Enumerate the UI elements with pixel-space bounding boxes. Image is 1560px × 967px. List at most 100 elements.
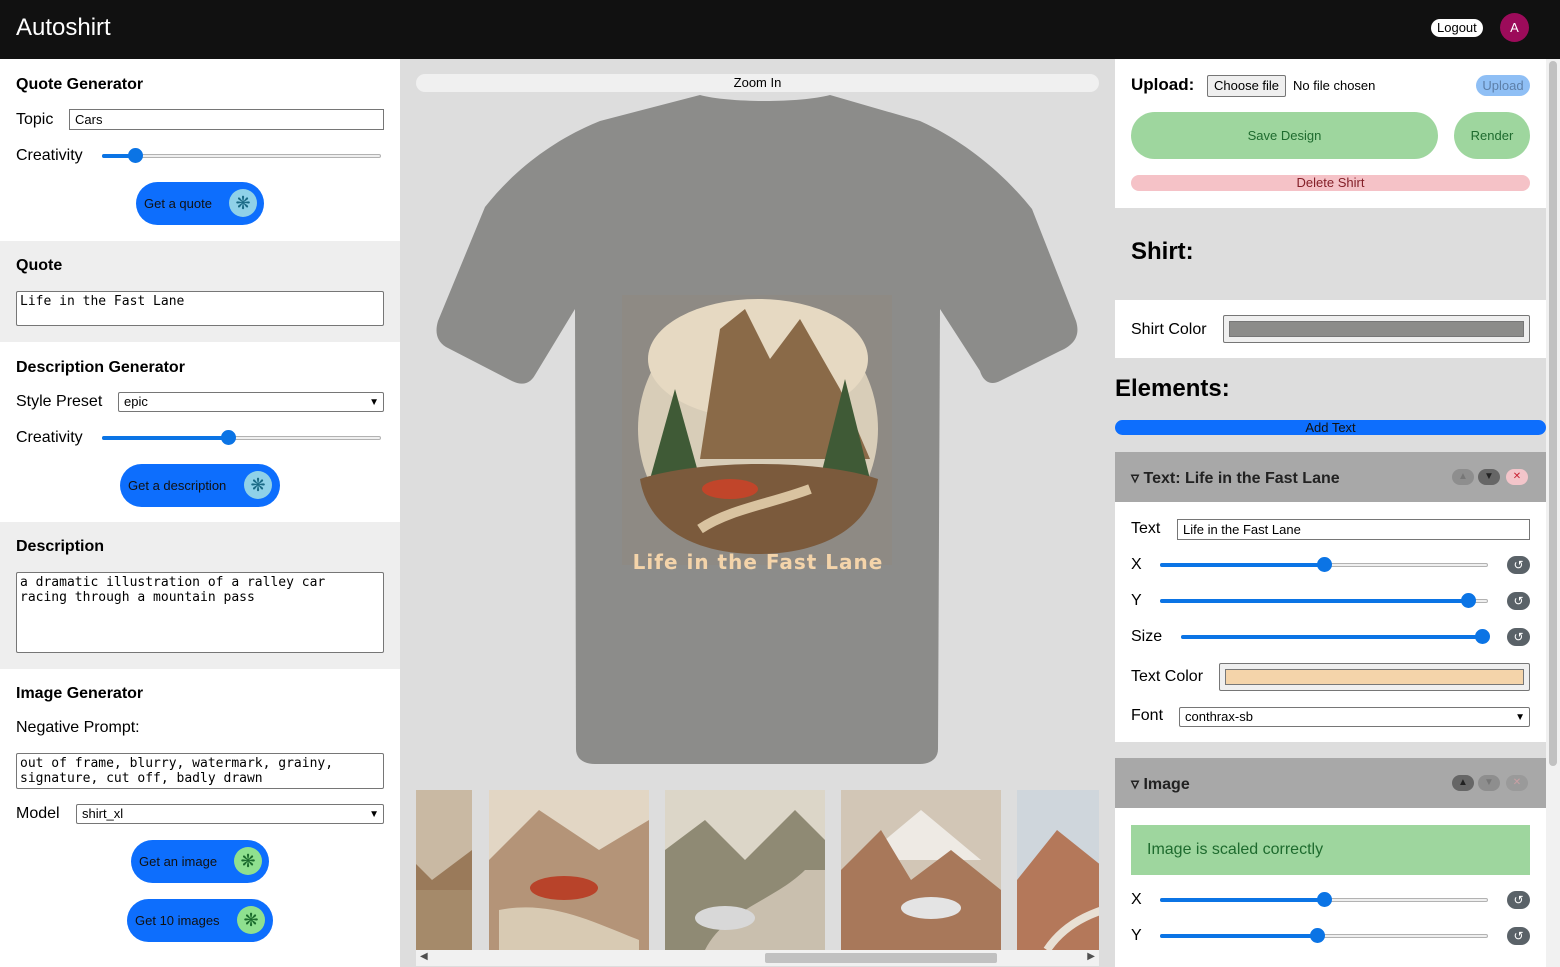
quote-heading: Quote <box>16 257 63 274</box>
get-image-label: Get an image <box>139 854 218 869</box>
scroll-right-icon[interactable]: ▶ <box>1087 951 1095 962</box>
y-label: Y <box>1131 927 1142 944</box>
sparkle-icon: ❋ <box>244 471 272 499</box>
image-generator-heading: Image Generator <box>16 685 144 702</box>
logout-button[interactable]: Logout <box>1431 19 1483 37</box>
elements-heading: Elements: <box>1115 375 1230 402</box>
get-description-label: Get a description <box>128 478 227 493</box>
negative-prompt-textarea[interactable]: out of frame, blurry, watermark, grainy,… <box>16 753 384 789</box>
get-description-button[interactable]: Get a description ❋ <box>120 464 280 507</box>
get-image-button[interactable]: Get an image ❋ <box>131 840 269 883</box>
topic-label: Topic <box>16 111 54 128</box>
choose-file-button[interactable]: Choose file <box>1207 75 1287 97</box>
gallery-thumb[interactable] <box>841 790 1001 950</box>
gallery-thumb[interactable] <box>489 790 649 950</box>
design-canvas: Zoom In Life in the Fast Lane ◀ ▶ <box>400 59 1115 967</box>
get-quote-button[interactable]: Get a quote ❋ <box>136 182 264 225</box>
move-up-icon[interactable]: ▲ <box>1452 775 1474 791</box>
gallery-scrollbar[interactable]: ◀ ▶ <box>416 950 1099 966</box>
image-element-title: ▿ Image <box>1131 776 1190 793</box>
move-down-icon[interactable]: ▼ <box>1478 775 1500 791</box>
text-label: Text <box>1131 520 1161 537</box>
image-element-body: Image is scaled correctly X ↺ Y ↺ <box>1115 808 1546 967</box>
get-10-images-label: Get 10 images <box>135 913 220 928</box>
image-y-slider[interactable] <box>1160 928 1488 944</box>
gallery-thumb[interactable] <box>416 790 472 950</box>
reset-icon[interactable]: ↺ <box>1507 628 1530 646</box>
shirt-text[interactable]: Life in the Fast Lane <box>633 550 884 574</box>
page-scrollbar[interactable] <box>1546 59 1560 967</box>
reset-icon[interactable]: ↺ <box>1507 891 1530 909</box>
close-icon[interactable]: ✕ <box>1506 469 1528 485</box>
shirt-color-label: Shirt Color <box>1131 321 1207 338</box>
style-preset-select[interactable]: epic ▼ <box>118 392 384 412</box>
gallery-thumb[interactable] <box>665 790 825 950</box>
reset-icon[interactable]: ↺ <box>1507 927 1530 945</box>
font-label: Font <box>1131 707 1164 724</box>
close-icon[interactable]: ✕ <box>1506 775 1528 791</box>
description-creativity-slider[interactable] <box>102 430 381 446</box>
text-x-slider[interactable] <box>1160 557 1488 573</box>
quote-generator-section: Quote Generator Topic Cars Creativity Ge… <box>0 59 400 241</box>
move-down-icon[interactable]: ▼ <box>1478 469 1500 485</box>
get-quote-label: Get a quote <box>144 196 212 211</box>
reset-icon[interactable]: ↺ <box>1507 592 1530 610</box>
save-design-button[interactable]: Save Design <box>1131 112 1438 159</box>
actions-box: Upload: Choose file No file chosen Uploa… <box>1115 59 1546 208</box>
page-scroll-thumb[interactable] <box>1549 61 1557 766</box>
top-bar: Autoshirt Logout A <box>0 0 1560 59</box>
shirt-color-box: Shirt Color <box>1115 300 1546 358</box>
quote-section: Quote Life in the Fast Lane <box>0 241 400 342</box>
creativity-label: Creativity <box>16 429 83 446</box>
description-section: Description a dramatic illustration of a… <box>0 522 400 669</box>
shirt-artwork <box>622 295 892 565</box>
text-color-picker[interactable] <box>1219 663 1530 691</box>
add-text-button[interactable]: Add Text <box>1115 420 1546 435</box>
font-select[interactable]: conthrax-sb ▼ <box>1179 707 1530 727</box>
style-preset-value: epic <box>124 394 148 409</box>
text-y-slider[interactable] <box>1160 593 1488 609</box>
topic-input[interactable]: Cars <box>69 109 384 130</box>
gallery-thumb[interactable] <box>1017 790 1099 950</box>
reset-icon[interactable]: ↺ <box>1507 556 1530 574</box>
style-preset-label: Style Preset <box>16 393 103 410</box>
model-label: Model <box>16 805 60 822</box>
sparkle-icon: ❋ <box>237 906 265 934</box>
scroll-left-icon[interactable]: ◀ <box>420 951 428 962</box>
text-color-label: Text Color <box>1131 668 1204 685</box>
shirt-color-picker[interactable] <box>1223 315 1530 343</box>
chevron-down-icon: ▼ <box>369 397 379 408</box>
text-input[interactable]: Life in the Fast Lane <box>1177 519 1530 540</box>
scroll-thumb[interactable] <box>765 953 997 963</box>
text-element-body: Text Life in the Fast Lane X ↺ Y ↺ Size … <box>1115 502 1546 742</box>
x-label: X <box>1131 556 1142 573</box>
text-size-slider[interactable] <box>1181 629 1490 645</box>
get-10-images-button[interactable]: Get 10 images ❋ <box>127 899 273 942</box>
image-x-slider[interactable] <box>1160 892 1488 908</box>
model-select[interactable]: shirt_xl ▼ <box>76 804 384 824</box>
shirt-preview[interactable]: Life in the Fast Lane <box>400 59 1115 784</box>
quote-creativity-slider[interactable] <box>102 148 381 164</box>
image-status-alert: Image is scaled correctly <box>1131 825 1530 875</box>
image-gallery <box>416 790 1099 950</box>
description-textarea[interactable]: a dramatic illustration of a ralley car … <box>16 572 384 653</box>
text-element-header[interactable]: ▿ Text: Life in the Fast Lane ▲ ▼ ✕ <box>1115 452 1546 502</box>
right-panel: Upload: Choose file No file chosen Uploa… <box>1115 59 1546 967</box>
font-value: conthrax-sb <box>1185 709 1253 724</box>
delete-shirt-button[interactable]: Delete Shirt <box>1131 175 1530 191</box>
size-label: Size <box>1131 628 1163 645</box>
app-title: Autoshirt <box>16 14 111 41</box>
x-label: X <box>1131 891 1142 908</box>
image-element-header[interactable]: ▿ Image ▲ ▼ ✕ <box>1115 758 1546 808</box>
no-file-label: No file chosen <box>1293 78 1376 93</box>
move-up-icon[interactable]: ▲ <box>1452 469 1474 485</box>
quote-textarea[interactable]: Life in the Fast Lane <box>16 291 384 326</box>
description-generator-section: Description Generator Style Preset epic … <box>0 342 400 522</box>
description-heading: Description <box>16 538 105 555</box>
upload-button[interactable]: Upload <box>1476 75 1530 96</box>
sparkle-icon: ❋ <box>234 847 262 875</box>
avatar[interactable]: A <box>1500 13 1529 42</box>
negative-prompt-label: Negative Prompt: <box>16 719 140 736</box>
chevron-down-icon: ▼ <box>1515 712 1525 723</box>
render-button[interactable]: Render <box>1454 112 1530 159</box>
